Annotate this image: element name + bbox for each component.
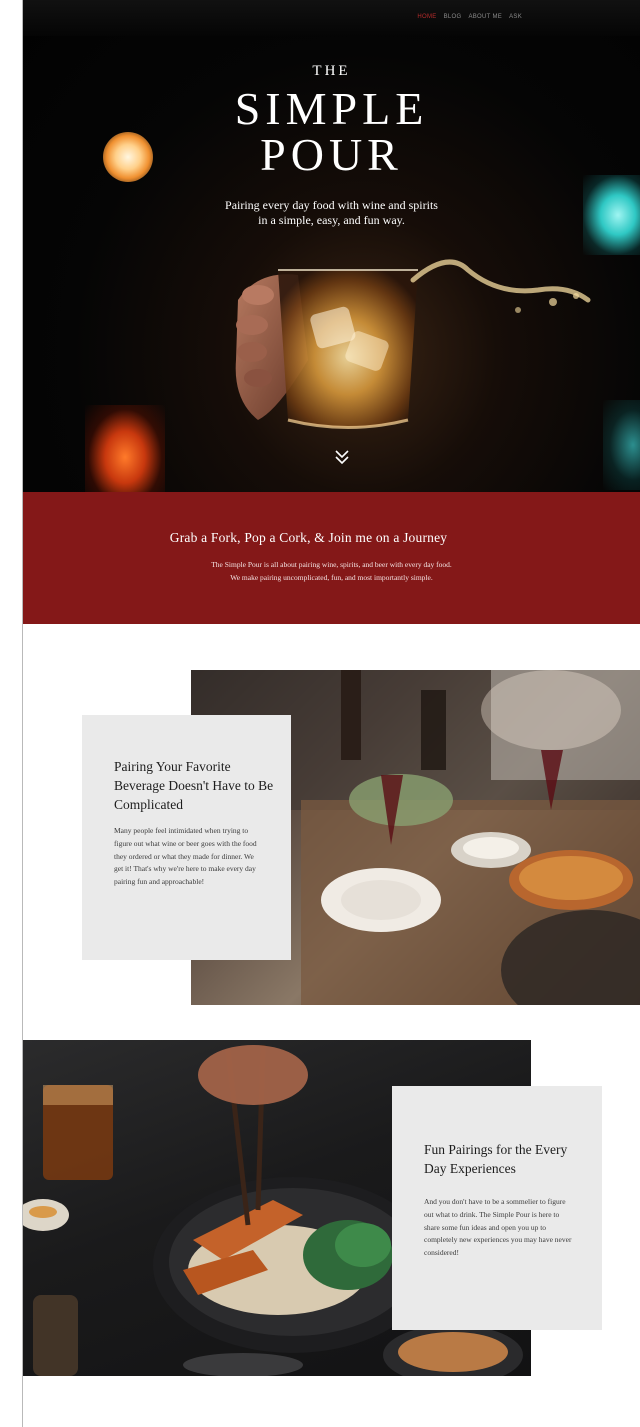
- hero-tagline-line2: in a simple, easy, and fun way.: [258, 213, 405, 227]
- hero-title-main: SIMPLE POUR: [23, 86, 640, 178]
- pairing-card-title: Pairing Your Favorite Beverage Doesn't H…: [114, 759, 274, 812]
- hero-title-line2: POUR: [260, 129, 403, 180]
- whiskey-glass-photo: [235, 259, 591, 429]
- fun-pairings-title: Fun Pairings for the Every Day Experienc…: [424, 1142, 568, 1176]
- main-nav: Home Blog About Me Ask: [417, 14, 522, 20]
- hero-title-line1: SIMPLE: [234, 83, 429, 134]
- hero-title-the: THE: [312, 63, 351, 79]
- nav-item-home[interactable]: Home: [417, 14, 436, 20]
- intro-title: Grab a Fork, Pop a Cork, & Join me on a …: [169, 530, 448, 545]
- intro-text: The Simple Pour is all about pairing win…: [150, 558, 513, 584]
- intro-text-line1: The Simple Pour is all about pairing win…: [211, 560, 452, 569]
- nav-item-about-me[interactable]: About Me: [468, 14, 502, 20]
- hero-section: Home Blog About Me Ask: [23, 0, 640, 492]
- bokeh-light-cyan-lower: [603, 400, 640, 490]
- double-chevron-down-icon[interactable]: [333, 448, 351, 466]
- fun-pairings-text: And you don't have to be a sommelier to …: [424, 1197, 572, 1258]
- hero-tagline-line1: Pairing every day food with wine and spi…: [225, 198, 438, 212]
- nav-item-ask[interactable]: Ask: [509, 14, 522, 20]
- hero-tagline: Pairing every day food with wine and spi…: [193, 198, 470, 228]
- pairing-card-text: Many people feel intimidated when trying…: [114, 826, 257, 887]
- nav-item-blog[interactable]: Blog: [444, 14, 462, 20]
- top-nav-bar: Home Blog About Me Ask: [23, 0, 640, 36]
- intro-text-line2: We make pairing uncomplicated, fun, and …: [230, 573, 433, 582]
- bokeh-light-red: [85, 405, 165, 492]
